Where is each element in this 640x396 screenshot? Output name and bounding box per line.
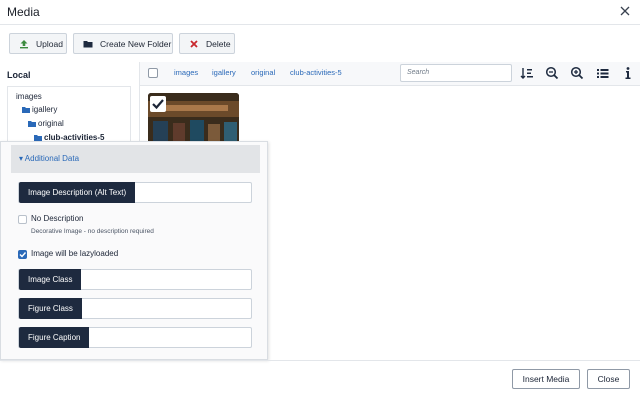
figure-class-label: Figure Class <box>19 298 82 319</box>
close-button[interactable]: Close <box>587 369 630 389</box>
upload-button[interactable]: Upload <box>9 33 67 54</box>
no-description-hint: Decorative Image - no description requir… <box>31 228 154 235</box>
folder-open-icon <box>28 120 36 127</box>
delete-button[interactable]: Delete <box>179 33 235 54</box>
folder-icon <box>34 134 42 141</box>
zoom-out-icon[interactable] <box>545 66 559 80</box>
delete-x-icon <box>190 39 198 48</box>
search-input[interactable]: Search <box>400 64 512 82</box>
breadcrumb-club-activities[interactable]: club-activities-5 <box>290 68 342 77</box>
no-description-checkbox[interactable] <box>18 215 27 224</box>
lazyload-checkbox[interactable] <box>18 250 27 259</box>
sidebar-title: Local <box>7 70 31 80</box>
delete-label: Delete <box>206 38 231 49</box>
figure-caption-label: Figure Caption <box>19 327 90 348</box>
tree-item-original[interactable]: original <box>28 119 64 128</box>
info-icon[interactable] <box>621 66 635 80</box>
sort-icon[interactable] <box>520 66 534 80</box>
lazyload-label: Image will be lazyloaded <box>31 249 119 258</box>
panel-header-label: Additional Data <box>24 154 80 163</box>
image-class-label: Image Class <box>19 269 82 290</box>
figure-caption-field[interactable]: Figure Caption <box>18 327 252 348</box>
folder-open-icon <box>22 106 30 113</box>
dialog-titlebar: Media <box>0 0 640 25</box>
checkmark-icon <box>19 252 27 258</box>
insert-media-button[interactable]: Insert Media <box>512 369 580 389</box>
footer-divider <box>0 360 640 361</box>
figure-class-field[interactable]: Figure Class <box>18 298 252 319</box>
create-folder-label: Create New Folder <box>100 38 172 49</box>
alt-text-field[interactable]: Image Description (Alt Text) <box>18 182 252 203</box>
list-view-icon[interactable] <box>596 66 610 80</box>
breadcrumb-original[interactable]: original <box>251 68 275 77</box>
additional-data-header[interactable]: ▾ Additional Data <box>11 145 260 173</box>
checkmark-icon <box>152 99 164 110</box>
zoom-in-icon[interactable] <box>570 66 584 80</box>
upload-icon <box>20 39 28 48</box>
upload-label: Upload <box>36 38 63 49</box>
tree-item-igallery[interactable]: igallery <box>22 105 57 114</box>
alt-text-label: Image Description (Alt Text) <box>19 182 136 203</box>
dialog-title: Media <box>7 5 40 19</box>
create-folder-button[interactable]: Create New Folder <box>73 33 173 54</box>
select-all-checkbox[interactable] <box>148 68 158 78</box>
thumbnail-selected-checkbox[interactable] <box>150 96 166 112</box>
breadcrumb-igallery[interactable]: igallery <box>212 68 236 77</box>
no-description-label: No Description <box>31 214 84 223</box>
image-class-field[interactable]: Image Class <box>18 269 252 290</box>
breadcrumb-images[interactable]: images <box>174 68 198 77</box>
tree-item-images[interactable]: images <box>16 92 42 101</box>
folder-icon <box>83 40 93 47</box>
close-icon[interactable] <box>618 4 632 18</box>
